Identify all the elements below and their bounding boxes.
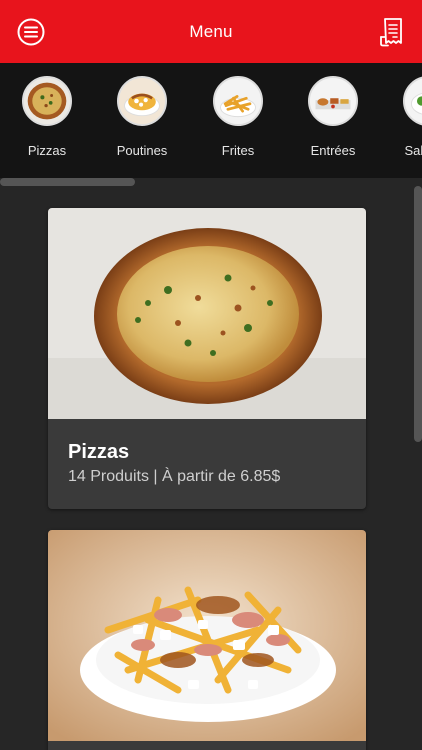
fries-thumbnail-icon bbox=[213, 76, 263, 126]
category-label: Entrées bbox=[310, 143, 356, 158]
order-receipt-button[interactable] bbox=[379, 17, 405, 47]
category-poutines[interactable]: Poutines bbox=[97, 76, 187, 158]
category-label: Pizzas bbox=[27, 143, 67, 158]
poutine-thumbnail-icon bbox=[117, 76, 167, 126]
pizza-thumbnail-icon bbox=[22, 76, 72, 126]
category-bar[interactable]: Pizzas Poutines Frites Entrées Sal bbox=[0, 63, 422, 178]
category-frites[interactable]: Frites bbox=[193, 76, 283, 158]
hamburger-menu-button[interactable] bbox=[17, 18, 45, 46]
vertical-scrollbar[interactable] bbox=[414, 186, 422, 442]
appetizers-thumbnail-icon bbox=[308, 76, 358, 126]
product-card-poutines[interactable] bbox=[48, 530, 366, 750]
hamburger-icon bbox=[17, 18, 45, 46]
category-label: Frites bbox=[221, 143, 255, 158]
app-header: Menu bbox=[0, 0, 422, 63]
horizontal-scrollbar[interactable] bbox=[0, 178, 135, 186]
category-entrees[interactable]: Entrées bbox=[288, 76, 378, 158]
pizza-photo bbox=[48, 208, 366, 419]
poutine-photo bbox=[48, 530, 366, 741]
receipt-icon bbox=[380, 18, 402, 47]
product-name: Pizzas bbox=[68, 441, 130, 463]
product-card-pizzas[interactable]: Pizzas 14 Produits | À partir de 6.85$ bbox=[48, 208, 366, 509]
page-title: Menu bbox=[189, 21, 233, 41]
category-salades[interactable]: Salades bbox=[383, 76, 422, 158]
salad-thumbnail-icon bbox=[403, 76, 422, 126]
category-label: Poutines bbox=[116, 143, 168, 158]
product-meta: 14 Produits | À partir de 6.85$ bbox=[68, 468, 281, 485]
category-pizzas[interactable]: Pizzas bbox=[2, 76, 92, 158]
product-info: Pizzas 14 Produits | À partir de 6.85$ bbox=[48, 419, 366, 509]
category-label: Salades bbox=[404, 143, 422, 158]
